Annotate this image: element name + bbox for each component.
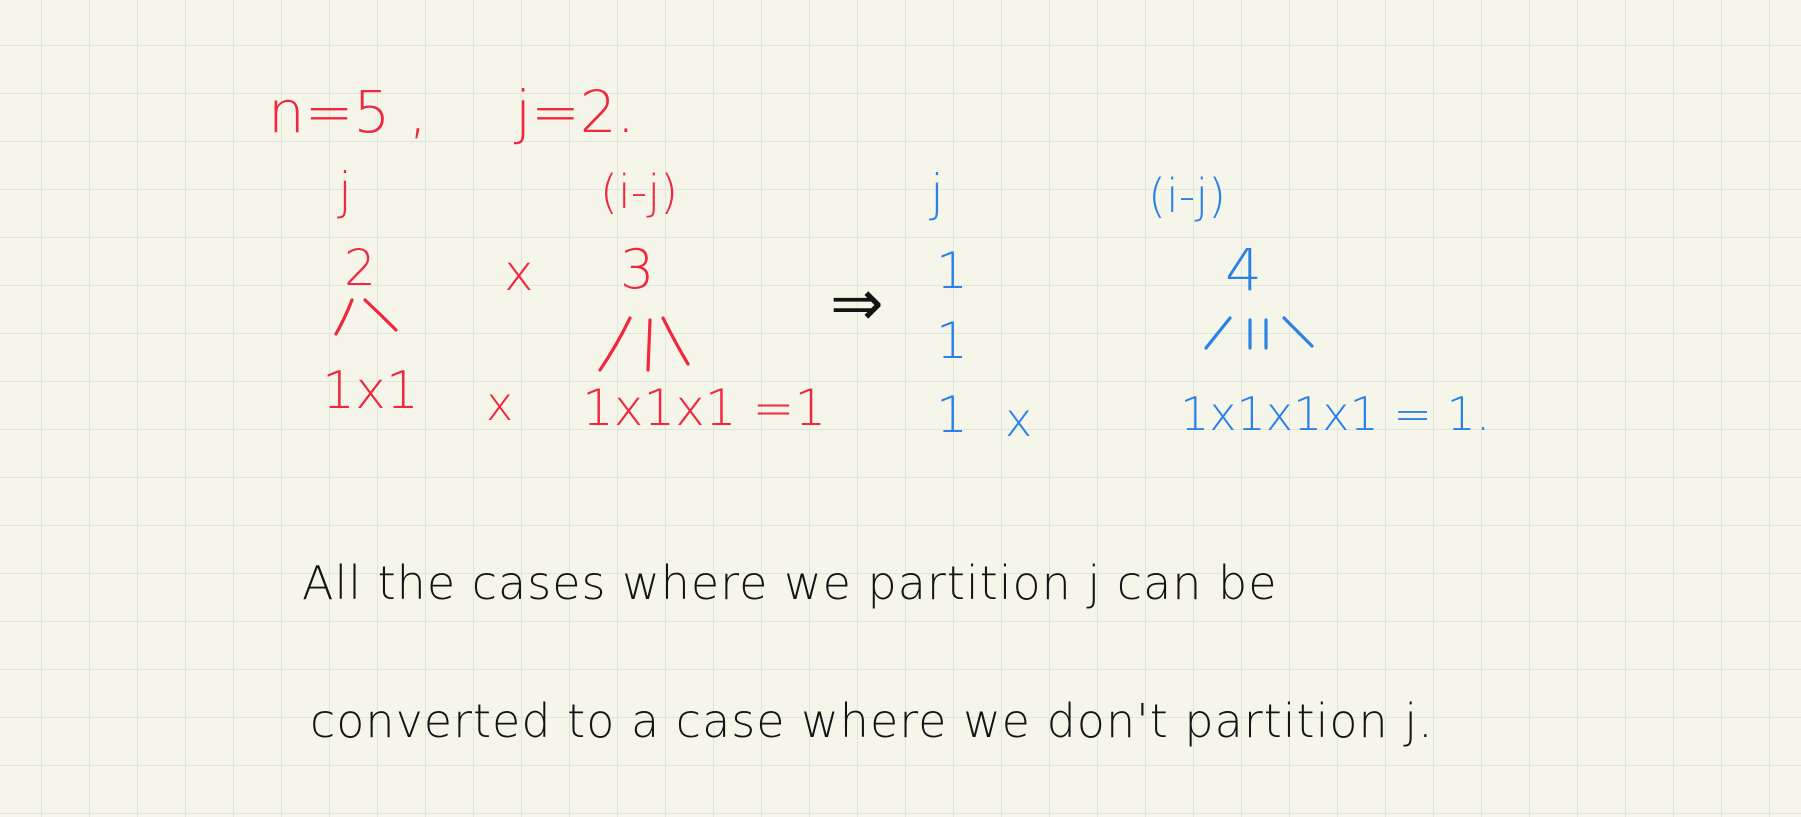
right-example: j (i-j) 1 1 1 x 4 1x1x1x1 = 1. (929, 164, 1490, 447)
right-ij-value: 4 (1225, 236, 1262, 304)
left-label-j: j (337, 162, 352, 220)
left-j-branch (334, 298, 398, 336)
left-ij-branch (598, 316, 690, 372)
left-j-value: 2 (344, 239, 376, 297)
right-j-value-3: 1 (936, 386, 968, 444)
right-ij-branch (1204, 316, 1314, 350)
note-line-2: converted to a case where we don't parti… (310, 694, 1434, 748)
left-times: x (504, 244, 534, 302)
right-j-value-1: 1 (936, 242, 968, 300)
right-label-j: j (929, 164, 944, 222)
right-ij-split: 1x1x1x1 = 1. (1180, 387, 1490, 441)
left-ij-value: 3 (620, 238, 654, 301)
left-label-ij: (i-j) (600, 165, 678, 219)
right-label-ij: (i-j) (1148, 169, 1226, 223)
given-n: n=5 , (268, 78, 427, 146)
note-line-1: All the cases where we partition j can b… (302, 556, 1278, 610)
left-ij-split: 1x1x1 =1 (582, 379, 826, 437)
right-j-value-2: 1 (936, 312, 968, 370)
left-example: n=5 , j=2. j (i-j) 2 x 3 1x1 x 1x1x1 =1 (268, 78, 826, 437)
implies-arrow: ⇒ (830, 267, 884, 341)
left-j-split: 1x1 (322, 361, 419, 421)
left-times-2: x (486, 377, 513, 431)
given-j: j=2. (513, 78, 635, 146)
right-times: x (1005, 393, 1032, 447)
